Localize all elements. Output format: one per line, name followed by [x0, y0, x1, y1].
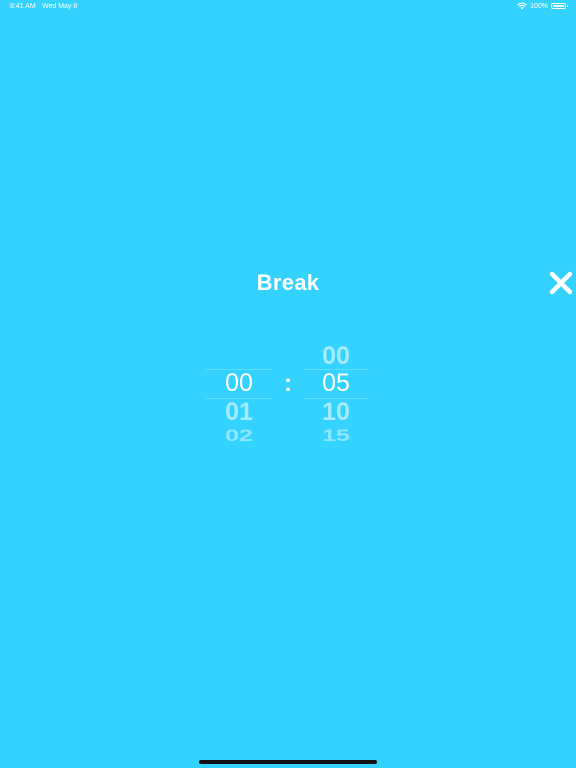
minutes-option[interactable]: 00 — [303, 342, 369, 370]
wifi-icon — [517, 2, 527, 10]
time-picker: 00 01 02 03 : 00 05 10 15 20 — [206, 342, 370, 446]
close-button[interactable] — [548, 270, 574, 296]
battery-percentage: 100% — [530, 2, 548, 10]
minutes-wheel[interactable]: 00 05 10 15 20 — [303, 342, 369, 446]
hours-wheel[interactable]: 00 01 02 03 — [206, 342, 272, 446]
close-icon — [549, 271, 573, 295]
status-bar: 8:41 AM Wed May 8 100% — [0, 0, 576, 14]
hours-selected-value[interactable]: 00 — [206, 369, 272, 397]
status-time: 8:41 AM — [10, 3, 36, 10]
home-indicator[interactable] — [199, 760, 377, 764]
minutes-selected-value[interactable]: 05 — [303, 369, 369, 397]
battery-icon — [551, 3, 568, 9]
time-separator: : — [284, 370, 292, 397]
status-date: Wed May 8 — [42, 3, 78, 10]
minutes-option[interactable]: 15 — [303, 427, 369, 445]
minutes-option[interactable]: 10 — [303, 398, 369, 426]
hours-option[interactable]: 02 — [206, 427, 272, 445]
hours-option[interactable]: 01 — [206, 398, 272, 426]
page-title: Break — [256, 270, 320, 295]
status-indicators: 100% — [517, 2, 568, 10]
battery-level — [553, 5, 564, 7]
